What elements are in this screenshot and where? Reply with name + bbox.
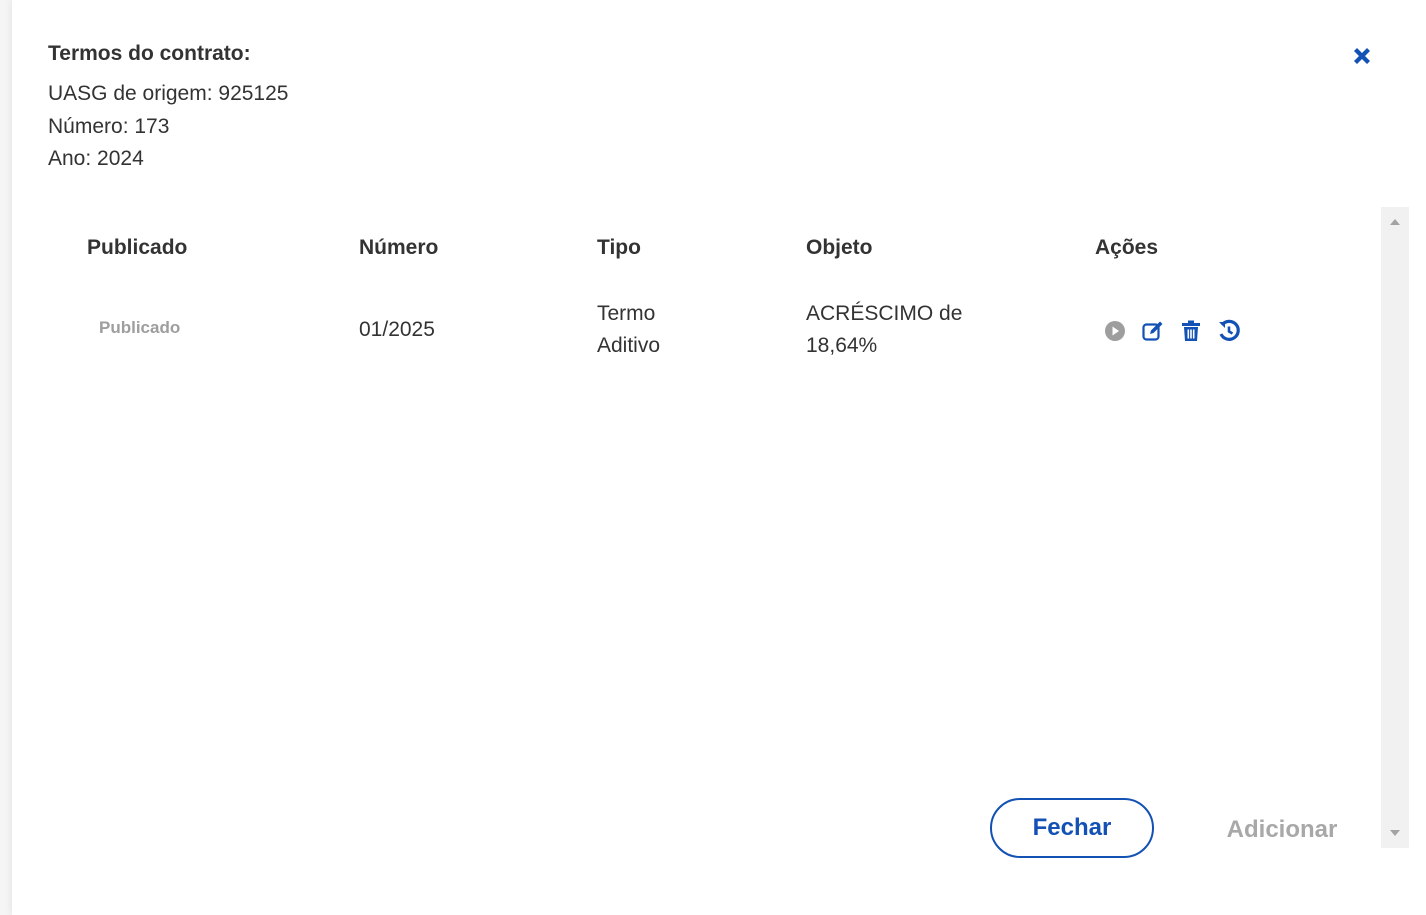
modal-header: Termos do contrato: UASG de origem: 9251… [48,42,288,176]
uasg-origin: UASG de origem: 925125 [48,82,289,105]
contract-year: Ano: 2024 [48,147,144,170]
modal-title: Termos do contrato: [48,42,251,65]
scroll-down-arrow-icon[interactable] [1390,830,1400,836]
column-header-objeto: Objeto [806,236,873,259]
row-numero: 01/2025 [359,318,435,341]
contract-terms-modal: Termos do contrato: UASG de origem: 9251… [12,0,1426,915]
row-tipo-line2: Aditivo [597,334,661,357]
trash-icon[interactable] [1178,318,1204,344]
terms-table: Publicado Número Tipo Objeto Ações Publi… [12,207,1380,848]
row-objeto-line2: 18,64% [806,334,878,357]
history-icon[interactable] [1216,318,1242,344]
vertical-scrollbar[interactable] [1381,207,1409,848]
add-button[interactable]: Adicionar [1212,798,1352,862]
close-button[interactable]: Fechar [990,798,1154,858]
column-header-numero: Número [359,236,439,259]
scroll-up-arrow-icon[interactable] [1390,219,1400,225]
contract-number: Número: 173 [48,114,170,138]
column-header-tipo: Tipo [597,236,641,259]
edit-icon[interactable] [1140,318,1166,344]
close-icon[interactable] [1350,44,1374,68]
column-header-publicado: Publicado [87,236,188,259]
row-tipo-line1: Termo [597,302,656,325]
row-actions [1102,318,1242,344]
column-header-acoes: Ações [1095,236,1159,259]
row-objeto-line1: ACRÉSCIMO de [806,302,963,325]
play-circle-icon[interactable] [1102,318,1128,344]
status-badge: Publicado [99,318,181,337]
